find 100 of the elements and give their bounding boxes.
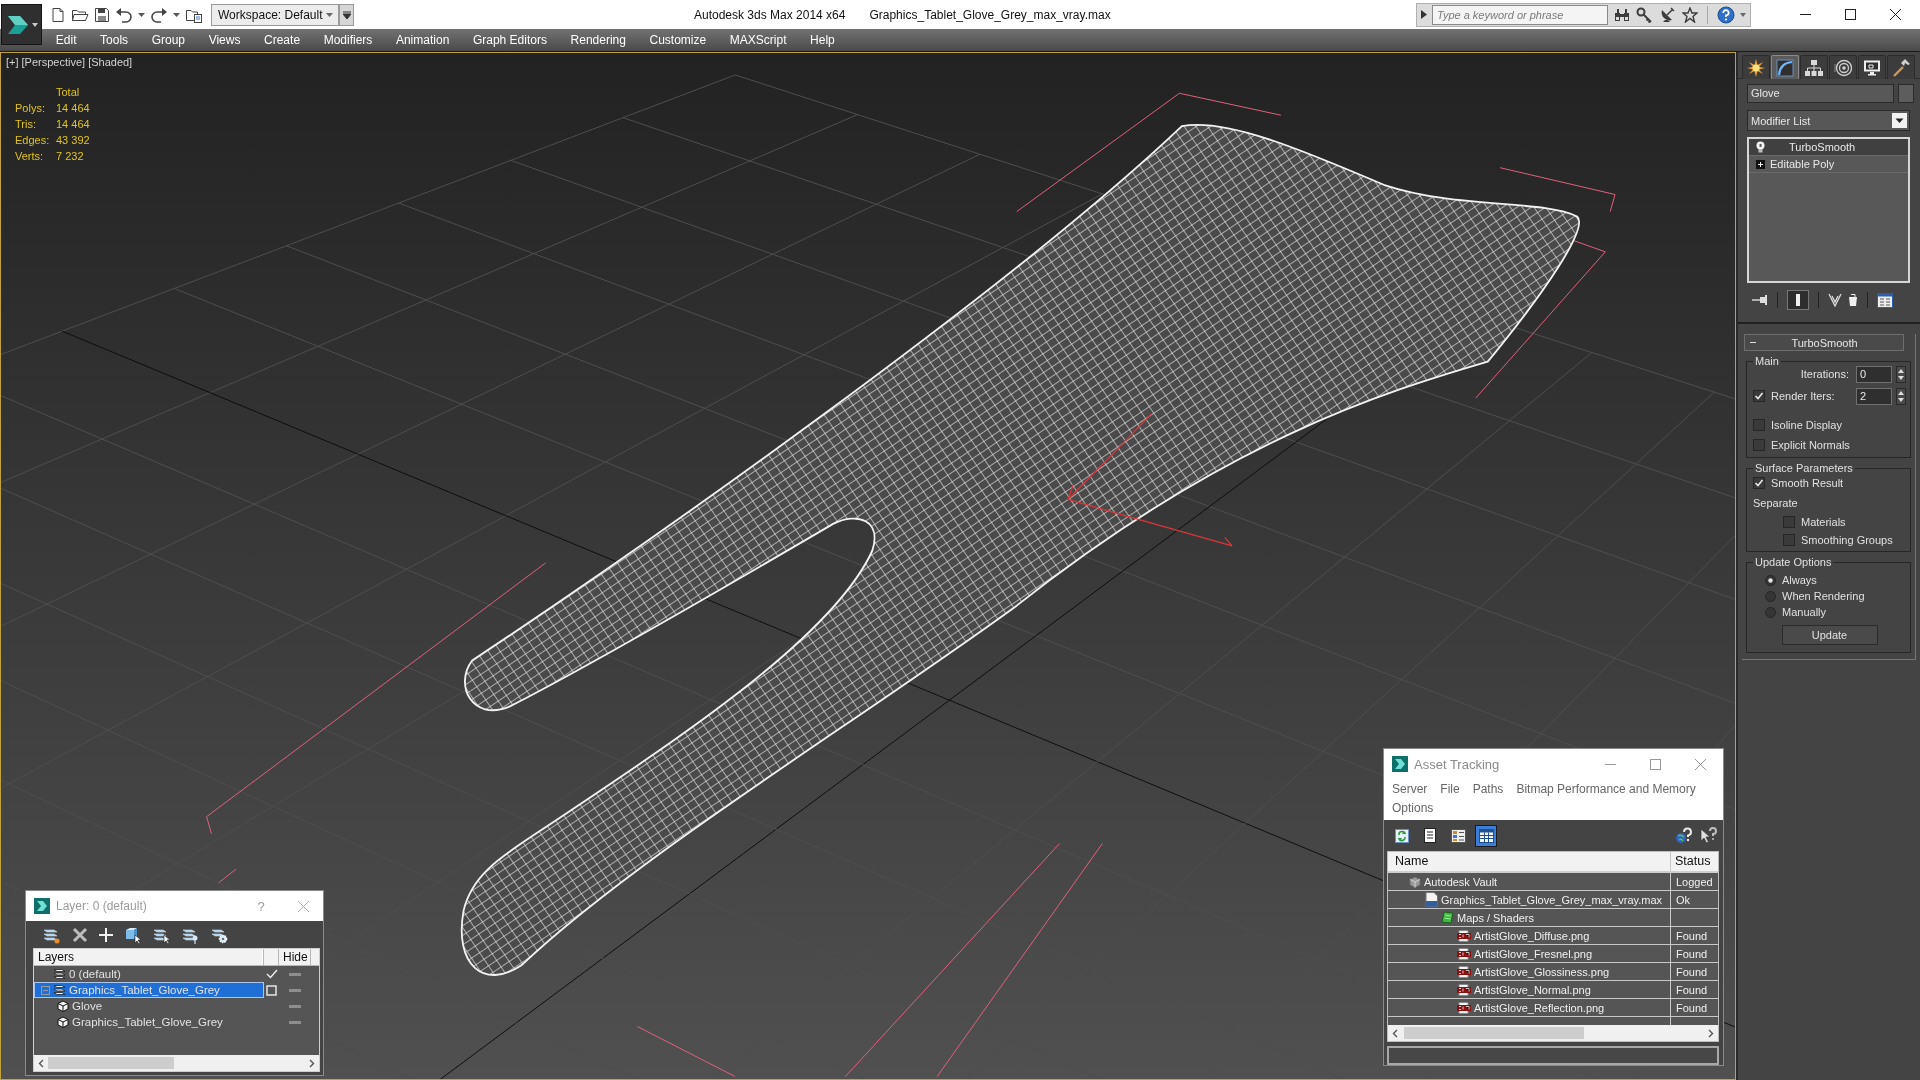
update-button[interactable]: Update	[1781, 625, 1878, 645]
layer-item[interactable]: 0 (default)	[34, 966, 264, 982]
menu-item[interactable]: Edit	[44, 29, 89, 51]
key-icon[interactable]	[1636, 6, 1654, 23]
asset-name[interactable]: Autodesk Vault	[1424, 875, 1498, 888]
menu-item[interactable]: Server	[1392, 781, 1428, 797]
menu-item[interactable]: Paths	[1472, 781, 1504, 797]
caret-icon[interactable]	[1892, 113, 1907, 128]
color-swatch-icon[interactable]	[1898, 84, 1914, 103]
globe-help-icon[interactable]	[1675, 826, 1693, 845]
checkbox[interactable]	[1783, 534, 1795, 546]
column-header[interactable]: Hide	[279, 949, 311, 966]
asset-name[interactable]: ArtistGlove_Glossiness.png	[1474, 965, 1610, 978]
menu-item[interactable]: Bitmap Performance and Memory	[1516, 781, 1696, 797]
light-bulb-icon[interactable]	[1756, 141, 1765, 153]
view-toggle-button[interactable]	[1475, 824, 1497, 847]
caret-icon[interactable]	[138, 12, 145, 17]
column-header[interactable]: Name	[1388, 852, 1671, 871]
panel-tab[interactable]	[1771, 55, 1799, 79]
fork-icon[interactable]	[1828, 293, 1842, 307]
menu-item[interactable]: Create	[252, 29, 312, 51]
menu-item[interactable]: Graph Editors	[461, 29, 559, 51]
modifier-stack-item[interactable]: Editable Poly	[1749, 156, 1908, 173]
asset-name[interactable]: Maps / Shaders	[1457, 911, 1535, 924]
square-icon[interactable]	[266, 984, 277, 996]
undo-icon[interactable]	[115, 6, 133, 23]
column-header[interactable]: Status	[1671, 852, 1718, 871]
checkbox[interactable]	[1753, 477, 1765, 489]
help-cursor-icon[interactable]	[1699, 826, 1717, 845]
modifier-stack-item[interactable]: TurboSmooth	[1749, 139, 1908, 156]
expand-icon[interactable]	[1756, 159, 1765, 169]
scrollbar-thumb[interactable]	[48, 1057, 174, 1069]
layer-item[interactable]: Graphics_Tablet_Glove_Grey	[34, 982, 264, 998]
asset-name[interactable]: ArtistGlove_Reflection.png	[1474, 1001, 1605, 1014]
application-menu-button[interactable]	[1, 4, 42, 45]
grid-window-icon[interactable]	[1877, 292, 1893, 308]
spinner-field[interactable]: 2	[1856, 387, 1892, 405]
rollout-header[interactable]: TurboSmooth	[1744, 334, 1904, 351]
search-field[interactable]: Type a keyword or phrase	[1432, 4, 1608, 25]
object-item[interactable]: Glove	[34, 998, 264, 1014]
chevron-left-icon[interactable]	[38, 1058, 44, 1068]
star-icon[interactable]	[1682, 6, 1698, 23]
menu-item[interactable]: Modifiers	[311, 29, 385, 51]
asset-name[interactable]: ArtistGlove_Fresnel.png	[1474, 947, 1592, 960]
chevron-left-icon[interactable]	[1392, 1028, 1398, 1038]
horizontal-scrollbar[interactable]	[34, 1055, 319, 1071]
viewport-label[interactable]: [Shaded]	[88, 56, 133, 68]
asset-name[interactable]: ArtistGlove_Diffuse.png	[1474, 929, 1590, 942]
workspace-dropdown[interactable]: Workspace: Default	[211, 3, 339, 26]
pin-icon[interactable]	[1752, 294, 1768, 306]
object-name-field[interactable]: Glove	[1747, 84, 1894, 103]
menu-item[interactable]: File	[1440, 781, 1460, 797]
viewport-label[interactable]: [Perspective]	[21, 56, 86, 68]
menu-item[interactable]: Rendering	[558, 29, 638, 51]
spinner-arrows-icon[interactable]	[1896, 365, 1906, 383]
column-header[interactable]: Layers	[34, 949, 264, 966]
help-icon[interactable]	[1717, 5, 1735, 24]
cube-cursor-icon[interactable]	[124, 925, 142, 944]
radio-button[interactable]	[1765, 606, 1776, 618]
modifier-list-dropdown[interactable]: Modifier List	[1747, 110, 1910, 131]
radio-button[interactable]	[1765, 574, 1776, 586]
transform-gizmo[interactable]	[1066, 413, 1233, 547]
object-item[interactable]: Graphics_Tablet_Glove_Grey	[34, 1014, 264, 1030]
chevron-right-icon[interactable]	[309, 1058, 315, 1068]
panel-tab[interactable]	[1887, 55, 1915, 79]
caret-icon[interactable]	[173, 12, 180, 17]
menu-item[interactable]: MAXScript	[718, 29, 799, 51]
asset-name[interactable]: Graphics_Tablet_Glove_Grey_max_vray.max	[1441, 893, 1663, 906]
scrollbar-thumb[interactable]	[1404, 1027, 1584, 1039]
caret-icon[interactable]	[32, 22, 38, 27]
chevron-right-icon[interactable]	[1708, 1028, 1714, 1038]
caret-icon[interactable]	[342, 10, 351, 19]
menu-item[interactable]: Options	[1392, 800, 1434, 816]
checkbox[interactable]	[1753, 390, 1765, 402]
redo-icon[interactable]	[150, 6, 168, 23]
end-result-icon[interactable]	[1787, 290, 1809, 310]
menu-item[interactable]: Group	[139, 29, 197, 51]
binoculars-icon[interactable]	[1613, 6, 1631, 23]
bin-icon[interactable]	[1848, 293, 1858, 307]
customize-button[interactable]	[339, 3, 354, 26]
plus-icon[interactable]	[99, 927, 113, 942]
menu-item[interactable]: Tools	[88, 29, 140, 51]
spinner-arrows-icon[interactable]	[1896, 387, 1906, 405]
radio-button[interactable]	[1765, 590, 1776, 602]
menu-item[interactable]: Customize	[637, 29, 718, 51]
menu-item[interactable]: Animation	[384, 29, 462, 51]
panel-tab[interactable]	[1742, 55, 1770, 79]
checkbox[interactable]	[1783, 516, 1795, 528]
expand-arrow-icon[interactable]	[1421, 10, 1427, 19]
horizontal-scrollbar[interactable]	[1388, 1025, 1718, 1041]
checkbox[interactable]	[1753, 439, 1765, 451]
new-file-icon[interactable]	[50, 6, 66, 23]
panel-tab[interactable]	[1858, 55, 1886, 79]
menu-item[interactable]: Views	[196, 29, 253, 51]
panel-tab[interactable]	[1829, 55, 1857, 79]
panel-tab[interactable]	[1800, 55, 1828, 79]
viewport-label[interactable]: [+]	[6, 56, 19, 68]
checkbox[interactable]	[1753, 419, 1765, 431]
spinner-field[interactable]: 0	[1856, 365, 1892, 383]
satellite-dish-icon[interactable]	[1659, 6, 1677, 23]
